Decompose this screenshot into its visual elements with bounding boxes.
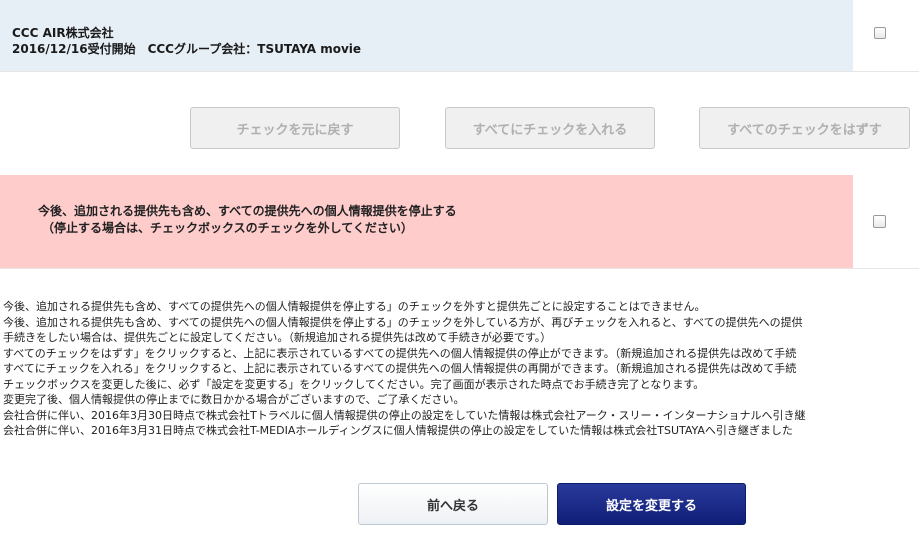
submit-settings-button[interactable]: 設定を変更する (557, 483, 746, 525)
note-item: ・会社合併に伴い、2016年3月30日時点で株式会社Tトラベルに個人情報提供の停… (0, 408, 806, 422)
notes-list: ・今後、追加される提供先も含め、すべての提供先への個人情報提供を停止する」のチェ… (0, 299, 919, 439)
provider-checkbox-cell (853, 0, 919, 71)
uncheck-all-button[interactable]: すべてのチェックをはずす (699, 107, 910, 149)
check-all-button[interactable]: すべてにチェックを入れる (445, 107, 655, 149)
restore-checks-button[interactable]: チェックを元に戻す (190, 107, 400, 149)
note-item: ・すべてにチェックを入れる」をクリックすると、上記に表示されているすべての提供先… (0, 362, 797, 375)
stop-all-checkbox[interactable] (873, 215, 886, 228)
provider-detail: 2016/12/16受付開始 CCCグループ会社：TSUTAYA movie (12, 42, 362, 56)
back-button[interactable]: 前へ戻る (358, 483, 548, 525)
stop-all-label: 今後、追加される提供先も含め、すべての提供先への個人情報提供を停止する (38, 204, 457, 218)
note-item: ・今後、追加される提供先も含め、すべての提供先への個人情報提供を停止する」のチェ… (0, 315, 803, 329)
note-item: ・チェックボックスを変更した後に、必ず「設定を変更する」をクリックしてください。… (0, 377, 705, 391)
provider-checkbox[interactable] (874, 27, 886, 39)
note-item: ・変更完了後、個人情報提供の停止までに数日かかる場合がございますので、ご了承くだ… (0, 393, 465, 406)
stop-all-checkbox-cell (853, 175, 919, 268)
provider-info-cell: CCC AIR株式会社 2016/12/16受付開始 CCCグループ会社：TSU… (0, 0, 853, 71)
note-item: ・会社合併に伴い、2016年3月31日時点で株式会社T-MEDIAホールディング… (0, 424, 793, 437)
stop-all-row: 今後、追加される提供先も含め、すべての提供先への個人情報提供を停止する （停止す… (0, 175, 919, 269)
provider-name: CCC AIR株式会社 (12, 26, 114, 40)
note-item: 手続きをしたい場合は、提供先ごとに設定してください。（新規追加される提供先は改め… (0, 331, 552, 344)
note-item: ・今後、追加される提供先も含め、すべての提供先への個人情報提供を停止する」のチェ… (0, 300, 706, 313)
note-item: ・すべてのチェックをはずす」をクリックすると、上記に表示されているすべての提供先… (0, 346, 797, 360)
stop-all-hint: （停止する場合は、チェックボックスのチェックを外してください） (42, 221, 413, 235)
stop-all-cell: 今後、追加される提供先も含め、すべての提供先への個人情報提供を停止する （停止す… (0, 175, 853, 268)
provider-row: CCC AIR株式会社 2016/12/16受付開始 CCCグループ会社：TSU… (0, 0, 919, 72)
